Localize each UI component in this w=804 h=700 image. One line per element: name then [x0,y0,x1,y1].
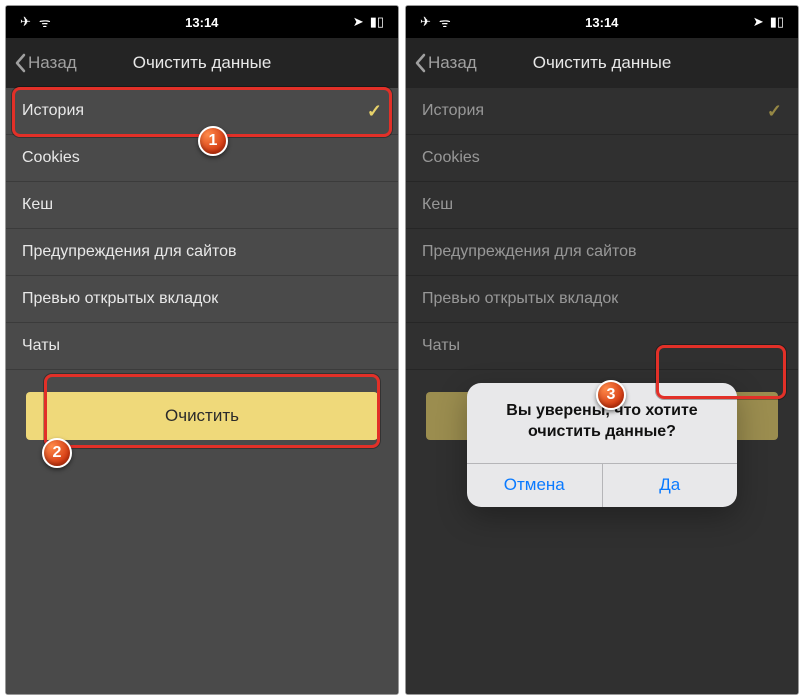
nav-bar: Назад Очистить данные [6,38,398,88]
content: История ✓ Cookies Кеш Предупреждения для… [6,88,398,694]
page-title: Очистить данные [533,53,672,73]
alert-dialog: Вы уверены, что хотите очистить данные? … [467,383,737,507]
back-label: Назад [28,53,77,73]
row-label: Cookies [22,149,80,167]
alert-cancel-button[interactable]: Отмена [467,464,602,507]
location-icon: ➤ [753,14,764,30]
alert-cancel-label: Отмена [504,475,565,495]
airplane-icon: ✈ [420,14,431,30]
row-history[interactable]: История ✓ [6,88,398,135]
row-label: Чаты [22,337,60,355]
nav-bar: Назад Очистить данные [406,38,798,88]
chevron-left-icon [14,53,26,73]
content: История ✓ Cookies Кеш Предупреждения для… [406,88,798,694]
battery-icon: ▮▯ [370,14,384,30]
row-chats[interactable]: Чаты [6,323,398,370]
battery-icon: ▮▯ [770,14,784,30]
row-cookies[interactable]: Cookies [6,135,398,182]
row-previews[interactable]: Превью открытых вкладок [6,276,398,323]
clear-button-label: Очистить [165,406,239,426]
airplane-icon: ✈ [20,14,31,30]
row-label: Предупреждения для сайтов [22,243,237,261]
location-icon: ➤ [353,14,364,30]
clear-button[interactable]: Очистить [26,392,378,440]
row-label: Кеш [22,196,53,214]
status-time: 13:14 [185,15,218,30]
chevron-left-icon [414,53,426,73]
back-button[interactable]: Назад [414,53,477,73]
row-warnings[interactable]: Предупреждения для сайтов [6,229,398,276]
alert-line2: очистить данные? [483,422,721,443]
row-label: История [22,102,84,120]
screenshot-right: ✈ ᯤ 13:14 ➤ ▮▯ Назад Очистить данные Ист… [405,5,799,695]
alert-confirm-button[interactable]: Да [602,464,738,507]
wifi-icon: ᯤ [439,13,451,31]
row-cache[interactable]: Кеш [6,182,398,229]
row-label: Превью открытых вкладок [22,290,218,308]
alert-line1: Вы уверены, что хотите [483,401,721,422]
alert-confirm-label: Да [659,475,680,495]
back-label: Назад [428,53,477,73]
status-bar: ✈ ᯤ 13:14 ➤ ▮▯ [6,6,398,38]
check-icon: ✓ [367,101,382,122]
screenshot-left: ✈ ᯤ 13:14 ➤ ▮▯ Назад Очистить данные Ист… [5,5,399,695]
wifi-icon: ᯤ [39,13,51,31]
back-button[interactable]: Назад [14,53,77,73]
status-bar: ✈ ᯤ 13:14 ➤ ▮▯ [406,6,798,38]
page-title: Очистить данные [133,53,272,73]
alert-message: Вы уверены, что хотите очистить данные? [467,383,737,463]
status-time: 13:14 [585,15,618,30]
